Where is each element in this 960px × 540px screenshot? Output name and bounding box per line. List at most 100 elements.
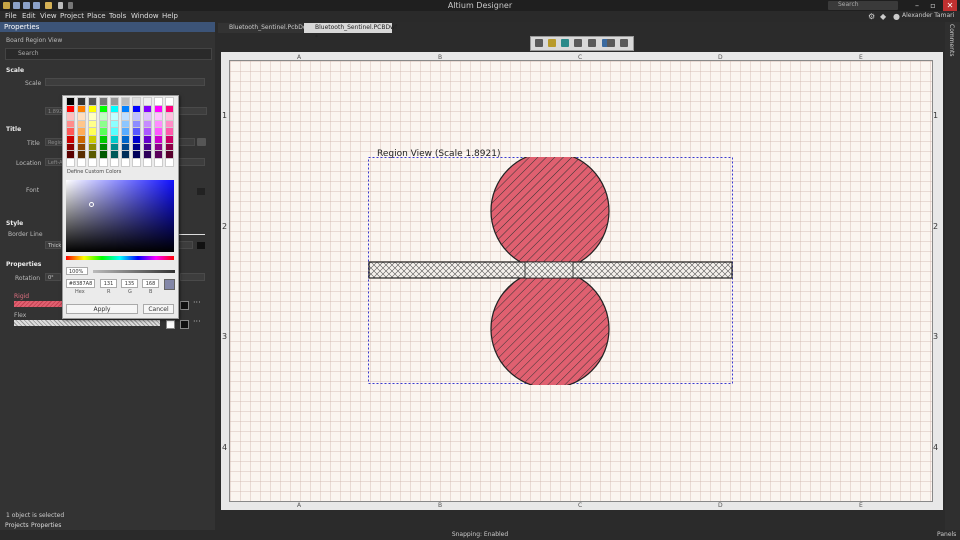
border-color-swatch[interactable] <box>197 242 205 249</box>
bottom-tab-properties[interactable]: Properties <box>31 522 61 529</box>
color-swatch[interactable] <box>143 119 152 129</box>
color-swatch[interactable] <box>77 119 86 129</box>
color-swatch[interactable] <box>143 157 152 167</box>
visibility-eye-icon[interactable] <box>197 138 206 146</box>
canvas-area[interactable]: A B C D E A B C D E 1 2 3 4 1 2 3 4 Regi… <box>221 52 943 510</box>
color-swatch[interactable] <box>88 127 97 137</box>
menu-place[interactable]: Place <box>87 12 106 20</box>
section-properties[interactable]: Properties <box>6 261 41 268</box>
flex-pattern-swatch[interactable] <box>14 320 160 326</box>
color-swatch[interactable] <box>165 127 174 137</box>
menu-help[interactable]: Help <box>162 12 178 20</box>
hue-slider[interactable] <box>66 256 174 260</box>
rigid-region-bottom[interactable] <box>490 269 610 385</box>
color-swatch[interactable] <box>66 135 75 144</box>
color-swatch[interactable] <box>88 142 97 152</box>
color-swatch[interactable] <box>99 97 108 106</box>
color-swatch[interactable] <box>165 142 174 152</box>
color-swatch[interactable] <box>99 142 108 152</box>
color-swatch[interactable] <box>110 135 119 144</box>
color-swatch[interactable] <box>154 135 163 144</box>
rotation-dropdown[interactable]: 0° <box>45 273 61 281</box>
scale-dropdown[interactable] <box>45 78 205 86</box>
rigid-pattern-swatch[interactable] <box>14 301 62 307</box>
color-swatch[interactable] <box>143 127 152 137</box>
user-name[interactable]: Alexander Tamari <box>902 12 954 19</box>
line-style-dropdown[interactable] <box>177 241 193 249</box>
color-swatch[interactable] <box>143 112 152 122</box>
bottom-tab-projects[interactable]: Projects <box>5 522 29 529</box>
menu-view[interactable]: View <box>40 12 57 20</box>
color-swatch[interactable] <box>66 97 75 106</box>
color-swatch[interactable] <box>99 112 108 122</box>
drawing-sheet[interactable]: A B C D E A B C D E 1 2 3 4 1 2 3 4 Regi… <box>222 54 938 509</box>
alpha-slider[interactable] <box>93 270 175 273</box>
color-swatch[interactable] <box>121 97 130 106</box>
tab-pcbdoc[interactable]: Bluetooth_Sentinel.PcbDoc <box>218 23 310 33</box>
flex-fill-swatch[interactable] <box>166 320 175 329</box>
blue-input[interactable]: 168 <box>142 279 159 288</box>
color-swatch[interactable] <box>88 157 97 167</box>
color-swatch[interactable] <box>99 119 108 129</box>
color-swatch[interactable] <box>121 142 130 152</box>
color-swatch[interactable] <box>154 119 163 129</box>
place-board-region-icon[interactable] <box>535 39 543 47</box>
color-swatch[interactable] <box>154 127 163 137</box>
color-swatch[interactable] <box>88 150 97 160</box>
section-scale[interactable]: Scale <box>6 67 24 74</box>
color-swatch[interactable] <box>66 142 75 152</box>
color-swatch[interactable] <box>99 104 108 114</box>
color-swatch[interactable] <box>121 104 130 114</box>
green-input[interactable]: 135 <box>121 279 138 288</box>
panels-button[interactable]: Panels <box>937 531 956 538</box>
place-rectangle-icon[interactable] <box>607 39 615 47</box>
color-swatch[interactable] <box>154 157 163 167</box>
notifications-bell-icon[interactable]: ◆ <box>880 12 886 21</box>
color-swatch[interactable] <box>66 119 75 129</box>
color-swatch[interactable] <box>154 112 163 122</box>
color-swatch[interactable] <box>110 112 119 122</box>
color-swatch[interactable] <box>121 112 130 122</box>
color-swatch[interactable] <box>77 97 86 106</box>
color-swatch[interactable] <box>66 104 75 114</box>
apply-button[interactable]: Apply <box>66 304 138 314</box>
color-swatch[interactable] <box>110 150 119 160</box>
color-swatch[interactable] <box>66 157 75 167</box>
comments-rail-label[interactable]: Comments <box>948 24 955 57</box>
color-swatch[interactable] <box>132 157 141 167</box>
menu-tools[interactable]: Tools <box>109 12 126 20</box>
color-swatch[interactable] <box>154 150 163 160</box>
flex-color-swatch[interactable] <box>180 320 189 329</box>
define-custom-colors-label[interactable]: Define Custom Colors <box>67 169 121 175</box>
color-swatch[interactable] <box>66 150 75 160</box>
saturation-value-area[interactable] <box>66 180 174 252</box>
color-swatch[interactable] <box>143 150 152 160</box>
color-swatch[interactable] <box>132 142 141 152</box>
color-swatch[interactable] <box>143 142 152 152</box>
color-swatch[interactable] <box>88 104 97 114</box>
place-table-icon[interactable] <box>588 39 596 47</box>
color-swatch[interactable] <box>77 135 86 144</box>
color-swatch[interactable] <box>154 97 163 106</box>
comments-rail[interactable]: Comments <box>945 22 960 530</box>
color-swatch[interactable] <box>77 142 86 152</box>
rigid-color-swatch[interactable] <box>180 301 189 310</box>
color-swatch[interactable] <box>121 119 130 129</box>
color-swatch[interactable] <box>121 150 130 160</box>
color-swatch[interactable] <box>165 150 174 160</box>
color-swatch[interactable] <box>88 135 97 144</box>
line-thickness-dropdown[interactable]: Thick <box>45 241 61 249</box>
color-swatch[interactable] <box>165 112 174 122</box>
color-swatch[interactable] <box>154 104 163 114</box>
board-region-view[interactable] <box>368 157 736 385</box>
color-swatch[interactable] <box>165 104 174 114</box>
color-swatch[interactable] <box>132 119 141 129</box>
color-swatch[interactable] <box>77 112 86 122</box>
tab-pcbdwf[interactable]: Bluetooth_Sentinel.PCBDwf * <box>304 23 397 41</box>
section-style[interactable]: Style <box>6 220 23 227</box>
color-swatch[interactable] <box>77 150 86 160</box>
panel-search-input[interactable]: Search <box>5 48 212 60</box>
color-swatch[interactable] <box>110 119 119 129</box>
flex-more-icon[interactable]: ··· <box>193 317 201 326</box>
user-avatar-icon[interactable]: ● <box>893 12 900 21</box>
